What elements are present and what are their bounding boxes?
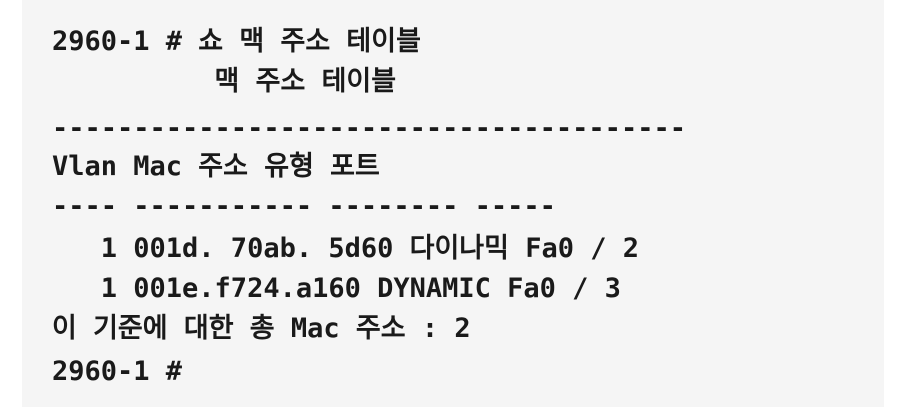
table-title: 맥 주소 테이블 (52, 66, 397, 97)
terminal-output: 2960-1 # 쇼 맥 주소 테이블 맥 주소 테이블 -----------… (22, 0, 884, 407)
header-underline: ---- ----------- -------- ----- (52, 191, 556, 222)
separator-line: --------------------------------------- (52, 113, 686, 144)
table-row: 1 001d. 70ab. 5d60 다이나믹 Fa0 / 2 (52, 233, 640, 264)
command-line-show-mac-table: 2960-1 # 쇼 맥 주소 테이블 (52, 26, 421, 57)
command-prompt[interactable]: 2960-1 # (52, 355, 182, 389)
table-header: Vlan Mac 주소 유형 포트 (52, 151, 380, 182)
total-count-line: 이 기준에 대한 총 Mac 주소 : 2 (52, 313, 471, 344)
table-row: 1 001e.f724.a160 DYNAMIC Fa0 / 3 (52, 273, 621, 304)
